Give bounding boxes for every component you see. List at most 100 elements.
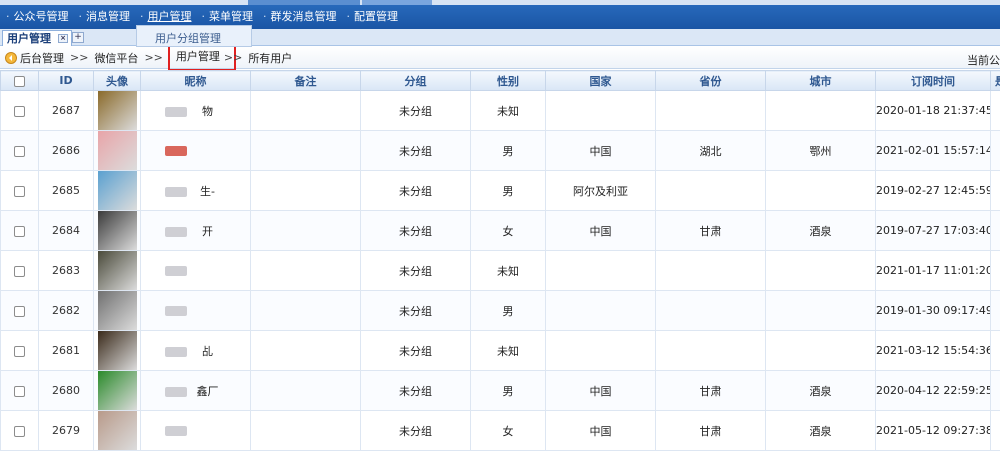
add-tab-icon[interactable]: + bbox=[72, 32, 84, 43]
table-row[interactable]: 2684 开 未分组女中国 甘肃 酒泉 2019-07-27 17:03:40 bbox=[0, 210, 1000, 251]
cell-city: 酒泉 bbox=[765, 210, 876, 251]
select-all-header[interactable] bbox=[0, 70, 39, 91]
cell-city: 鄂州 bbox=[765, 130, 876, 171]
breadcrumb-item-wechat[interactable]: 微信平台 bbox=[94, 50, 138, 66]
nav-item-config[interactable]: · 配置管理 bbox=[341, 8, 403, 24]
table-row[interactable]: 2682 未分组男 2019-01-30 09:17:49 bbox=[0, 290, 1000, 331]
table-row[interactable]: 2685 生- 未分组男阿尔及利亚 2019-02-27 12:45:59 bbox=[0, 170, 1000, 211]
cell-nickname bbox=[140, 290, 251, 331]
cell-remark bbox=[250, 250, 361, 291]
cell-gender: 男 bbox=[470, 370, 546, 411]
blurred-text bbox=[164, 186, 187, 197]
cell-id: 2684 bbox=[38, 210, 94, 251]
table-row[interactable]: 2681 乩 未分组 未知 2021-03-12 15:54:36 bbox=[0, 330, 1000, 371]
cell-gender: 女 bbox=[470, 410, 546, 451]
cell-remark bbox=[250, 330, 361, 371]
bullet-icon: · bbox=[140, 10, 144, 23]
header-nickname[interactable]: 昵称 bbox=[140, 70, 251, 91]
header-is-subscribed[interactable]: 是 bbox=[990, 70, 1000, 91]
avatar bbox=[97, 331, 137, 370]
row-select-cell[interactable] bbox=[0, 290, 39, 331]
header-subscribe-time[interactable]: 订阅时间 bbox=[875, 70, 991, 91]
header-avatar[interactable]: 头像 bbox=[93, 70, 141, 91]
header-id[interactable]: ID bbox=[38, 70, 94, 91]
row-checkbox[interactable] bbox=[14, 225, 25, 237]
row-select-cell[interactable] bbox=[0, 170, 39, 211]
cell-group: 未分组 bbox=[360, 210, 471, 251]
cell-group: 未分组 bbox=[360, 250, 471, 291]
cell-country bbox=[545, 290, 656, 331]
cell-is-subscribed bbox=[990, 170, 1000, 211]
blurred-text bbox=[164, 266, 187, 276]
header-gender[interactable]: 性别 bbox=[470, 70, 546, 91]
header-group[interactable]: 分组 bbox=[360, 70, 471, 91]
cell-group: 未分组 bbox=[360, 330, 471, 371]
close-icon[interactable]: × bbox=[58, 34, 68, 43]
table-row[interactable]: 2686 未分组男中国 湖北 鄂州 2021-02-01 15:57:14 bbox=[0, 130, 1000, 171]
cell-province: 甘肃 bbox=[655, 410, 766, 451]
nav-item-messages[interactable]: · 消息管理 bbox=[73, 8, 135, 24]
avatar bbox=[97, 371, 137, 410]
cell-province bbox=[655, 330, 766, 371]
table-row[interactable]: 2683 未分组 未知 2021-01-17 11:01:20 bbox=[0, 250, 1000, 291]
cell-city: 酒泉 bbox=[765, 370, 876, 411]
cell-subscribe-time: 2021-05-12 09:27:38 bbox=[875, 410, 991, 451]
cell-avatar bbox=[93, 370, 141, 411]
header-city[interactable]: 城市 bbox=[765, 70, 876, 91]
header-province[interactable]: 省份 bbox=[655, 70, 766, 91]
row-checkbox[interactable] bbox=[14, 265, 25, 277]
cell-gender: 男 bbox=[470, 290, 546, 331]
avatar bbox=[97, 211, 137, 250]
breadcrumb-item-admin[interactable]: 后台管理 bbox=[20, 50, 64, 66]
cell-city bbox=[765, 290, 876, 331]
row-select-cell[interactable] bbox=[0, 210, 39, 251]
row-checkbox[interactable] bbox=[14, 105, 25, 117]
nav-item-users[interactable]: · 用户管理 bbox=[134, 8, 196, 24]
cell-id: 2687 bbox=[38, 90, 94, 131]
cell-country bbox=[545, 330, 656, 371]
row-select-cell[interactable] bbox=[0, 90, 39, 131]
row-checkbox[interactable] bbox=[14, 345, 25, 357]
row-checkbox[interactable] bbox=[14, 185, 25, 197]
row-checkbox[interactable] bbox=[14, 385, 25, 397]
row-select-cell[interactable] bbox=[0, 250, 39, 291]
breadcrumb-separator: >> bbox=[223, 51, 243, 64]
select-all-checkbox[interactable] bbox=[14, 75, 25, 87]
table-row[interactable]: 2687 物 未分组 未知 2020-01-18 21:37:45 bbox=[0, 90, 1000, 131]
cell-avatar bbox=[93, 210, 141, 251]
blurred-text bbox=[164, 146, 187, 156]
bullet-icon: · bbox=[263, 10, 267, 23]
back-arrow-icon[interactable] bbox=[5, 51, 17, 64]
cell-nickname: 鑫厂 bbox=[140, 370, 251, 411]
submenu-item-user-groups[interactable]: 用户分组管理 bbox=[155, 30, 221, 46]
cell-remark bbox=[250, 130, 361, 171]
cell-is-subscribed bbox=[990, 130, 1000, 171]
avatar bbox=[97, 131, 137, 170]
tab-user-management[interactable]: 用户管理 × bbox=[2, 30, 72, 46]
cell-province: 湖北 bbox=[655, 130, 766, 171]
row-checkbox[interactable] bbox=[14, 145, 25, 157]
row-select-cell[interactable] bbox=[0, 410, 39, 451]
cell-group: 未分组 bbox=[360, 170, 471, 211]
cell-avatar bbox=[93, 130, 141, 171]
row-select-cell[interactable] bbox=[0, 370, 39, 411]
row-select-cell[interactable] bbox=[0, 330, 39, 371]
row-checkbox[interactable] bbox=[14, 305, 25, 317]
row-select-cell[interactable] bbox=[0, 130, 39, 171]
nav-item-mass-message[interactable]: · 群发消息管理 bbox=[257, 8, 341, 24]
users-table: ID 头像 昵称 备注 分组 性别 国家 省份 城市 订阅时间 是 2687 物未… bbox=[0, 70, 1000, 451]
cell-province bbox=[655, 90, 766, 131]
cell-is-subscribed bbox=[990, 410, 1000, 451]
header-remark[interactable]: 备注 bbox=[250, 70, 361, 91]
nav-item-public-account[interactable]: · 公众号管理 bbox=[0, 8, 73, 24]
header-country[interactable]: 国家 bbox=[545, 70, 656, 91]
cell-subscribe-time: 2020-04-12 22:59:25 bbox=[875, 370, 991, 411]
table-row[interactable]: 2680 鑫厂 未分组男中国 甘肃 酒泉 2020-04-12 22:59:25 bbox=[0, 370, 1000, 411]
cell-nickname: 物 bbox=[140, 90, 251, 131]
table-row[interactable]: 2679 未分组女中国 甘肃 酒泉 2021-05-12 09:27:38 bbox=[0, 410, 1000, 451]
cell-gender: 未知 bbox=[470, 330, 546, 371]
row-checkbox[interactable] bbox=[14, 425, 25, 437]
cell-avatar bbox=[93, 330, 141, 371]
breadcrumb: 后台管理 >> 微信平台 >> 用户管理 >> 所有用户 当前公 bbox=[0, 44, 1000, 71]
nav-item-menu[interactable]: · 菜单管理 bbox=[196, 8, 258, 24]
